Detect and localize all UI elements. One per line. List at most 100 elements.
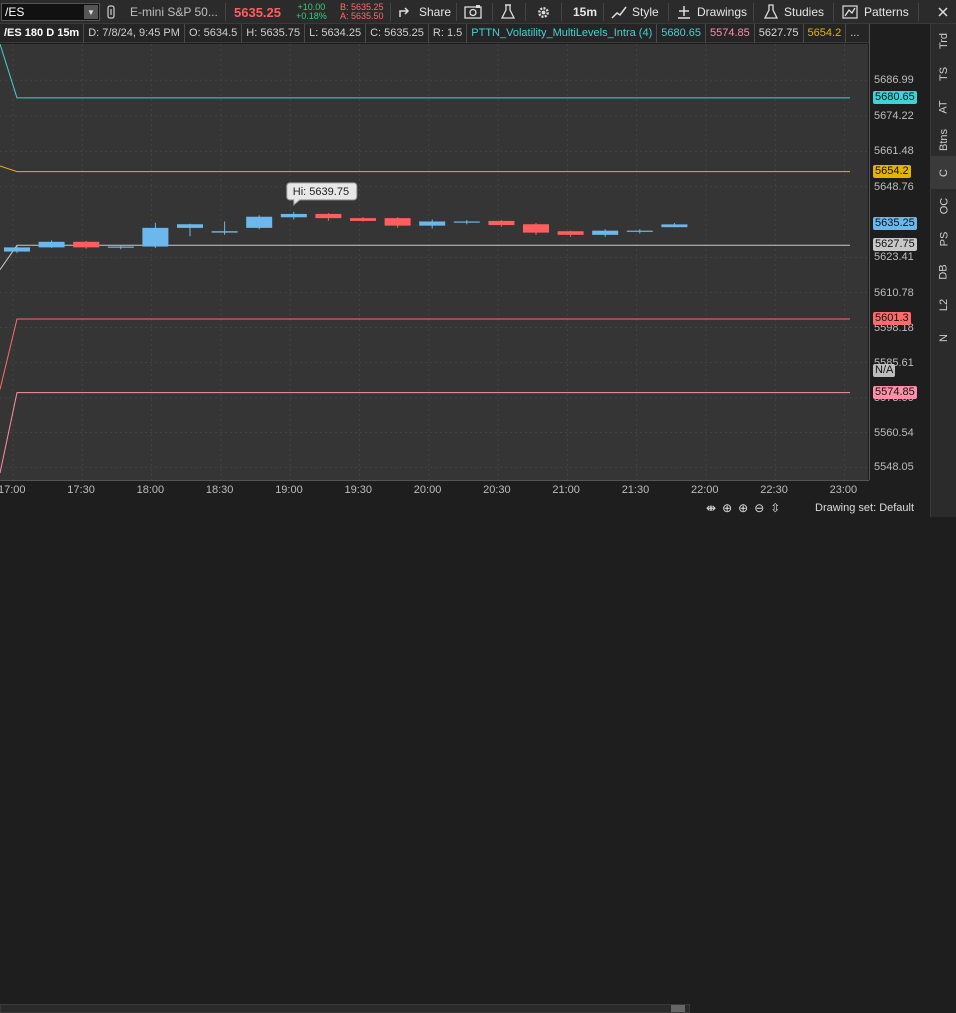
level-line-1 [0, 44, 850, 99]
level-price-tag: 5574.85 [873, 385, 917, 399]
scroll-to-end-icon[interactable]: ⇼ [706, 501, 716, 515]
symbol-input[interactable]: /ES ▼ [1, 3, 100, 21]
flask-icon[interactable] [501, 0, 515, 24]
candle[interactable] [419, 219, 446, 229]
candle-body [384, 218, 411, 226]
candle-body [626, 230, 653, 232]
price-axis[interactable]: 5686.99 5674.22 5661.48 5648.76 5623.41 5610.… [869, 24, 929, 480]
candle[interactable] [523, 222, 549, 235]
change-group: +10.00 +0.18% [296, 0, 327, 24]
bar-close: C: 5635.25 [366, 23, 429, 43]
crosshair-icon[interactable]: ⊕ [722, 501, 732, 515]
sidebar-tab-label: PS [938, 231, 950, 246]
bottom-bar: ⇼ ⊕ ⊕ ⊖ ⇳ Drawing set: Default [0, 500, 930, 1013]
candle[interactable] [488, 220, 515, 227]
bid-ask-group: B: 5635.25 A: 5635.50 [340, 0, 384, 24]
time-tick-label: 19:00 [275, 484, 303, 496]
candle[interactable] [557, 230, 584, 237]
candle[interactable] [350, 217, 376, 222]
zoom-in-icon[interactable]: ⊕ [738, 501, 748, 515]
time-tick-label: 23:00 [829, 484, 858, 496]
level-line-2 [0, 165, 850, 173]
patterns-button[interactable]: Patterns [842, 0, 909, 24]
time-tick-label: 18:00 [136, 484, 165, 496]
timeframe-button[interactable]: 15m [573, 0, 597, 24]
zoom-out-icon[interactable]: ⊖ [754, 501, 764, 515]
gear-icon[interactable] [536, 0, 551, 24]
sidebar-tab-l2[interactable]: L2 [931, 288, 956, 321]
divider [753, 3, 754, 21]
divider [668, 3, 669, 21]
studies-button[interactable]: Studies [764, 0, 824, 24]
sidebar-tab-btns[interactable]: Btns [931, 123, 956, 156]
sidebar-tab-n[interactable]: N [931, 321, 956, 354]
price-tick-label: 5661.48 [874, 145, 914, 158]
candle-body [73, 241, 100, 248]
candle-body [38, 241, 65, 248]
candle[interactable] [73, 240, 100, 249]
pan-icon[interactable]: ⇳ [770, 501, 780, 515]
more-button[interactable]: ... [846, 24, 863, 43]
chevron-down-icon[interactable]: ▼ [84, 5, 98, 19]
bar-open: O: 5634.5 [185, 23, 243, 43]
bar-low: L: 5634.25 [305, 23, 367, 43]
divider [561, 3, 562, 21]
style-button[interactable]: Style [611, 0, 659, 24]
sidebar-tab-label: N [937, 333, 950, 342]
candle[interactable] [592, 229, 619, 237]
sidebar-tab-trd[interactable]: Trd [931, 24, 956, 57]
drawings-icon [678, 6, 690, 19]
chart-title[interactable]: /ES 180 D 15m [0, 23, 85, 43]
scrollbar-handle[interactable] [671, 1005, 685, 1012]
study-name[interactable]: PTTN_Volatility_MultiLevels_Intra (4) [467, 23, 658, 43]
drawing-set-label[interactable]: Drawing set: Default [815, 502, 914, 514]
candle[interactable] [177, 223, 203, 237]
bar-date: D: 7/8/24, 9:45 PM [84, 23, 185, 43]
na-tag: N/A [873, 364, 896, 378]
share-label: Share [419, 5, 452, 19]
candle-body [350, 218, 376, 221]
candle[interactable] [626, 229, 653, 234]
candle[interactable] [107, 245, 134, 250]
candle[interactable] [246, 215, 273, 230]
time-tick-label: 20:00 [413, 484, 442, 496]
sidebar-tab-db[interactable]: DB [931, 255, 956, 288]
sidebar-tab-label: TS [938, 66, 950, 81]
sidebar-tab-oc[interactable]: OC [931, 189, 956, 222]
link-icon[interactable] [106, 0, 116, 24]
divider [390, 3, 391, 21]
study-level-3: 5627.75 [755, 23, 804, 43]
candle[interactable] [280, 211, 307, 220]
style-label: Style [632, 5, 659, 19]
candle-body [523, 224, 549, 233]
candle[interactable] [453, 220, 480, 225]
sidebar-tab-at[interactable]: AT [931, 90, 956, 123]
candle[interactable] [4, 245, 30, 253]
sidebar-tab-label: AT [938, 99, 950, 114]
sidebar-tab-ps[interactable]: PS [931, 222, 956, 255]
horizontal-scrollbar[interactable] [0, 1004, 690, 1013]
sidebar-tab-label: Btns [937, 128, 950, 151]
price-chart[interactable]: Hi: 5639.75 [0, 44, 868, 480]
candle[interactable] [661, 222, 688, 228]
candle[interactable] [315, 213, 342, 221]
close-icon[interactable] [929, 0, 956, 24]
divider [918, 3, 919, 21]
sidebar-tab-ts[interactable]: TS [931, 57, 956, 90]
studies-icon [764, 4, 778, 19]
candle[interactable] [211, 221, 238, 235]
candle[interactable] [142, 222, 169, 248]
share-button[interactable]: Share [398, 0, 451, 24]
symbol-text: /ES [5, 5, 25, 19]
time-tick-label: 22:00 [691, 484, 719, 496]
time-tick-label: 21:00 [552, 484, 580, 496]
share-icon [399, 7, 410, 17]
drawings-button[interactable]: Drawings [677, 0, 747, 24]
sidebar-tab-c[interactable]: C [931, 156, 956, 189]
level-price-tag: 5680.65 [873, 90, 917, 104]
snapshot-icon[interactable] [464, 0, 482, 24]
studies-label: Studies [784, 5, 825, 19]
candle[interactable] [384, 217, 411, 228]
candle[interactable] [38, 240, 65, 248]
time-axis[interactable]: 17:00 17:30 18:00 18:30 19:00 19:30 20:00 20:30… [0, 480, 869, 500]
